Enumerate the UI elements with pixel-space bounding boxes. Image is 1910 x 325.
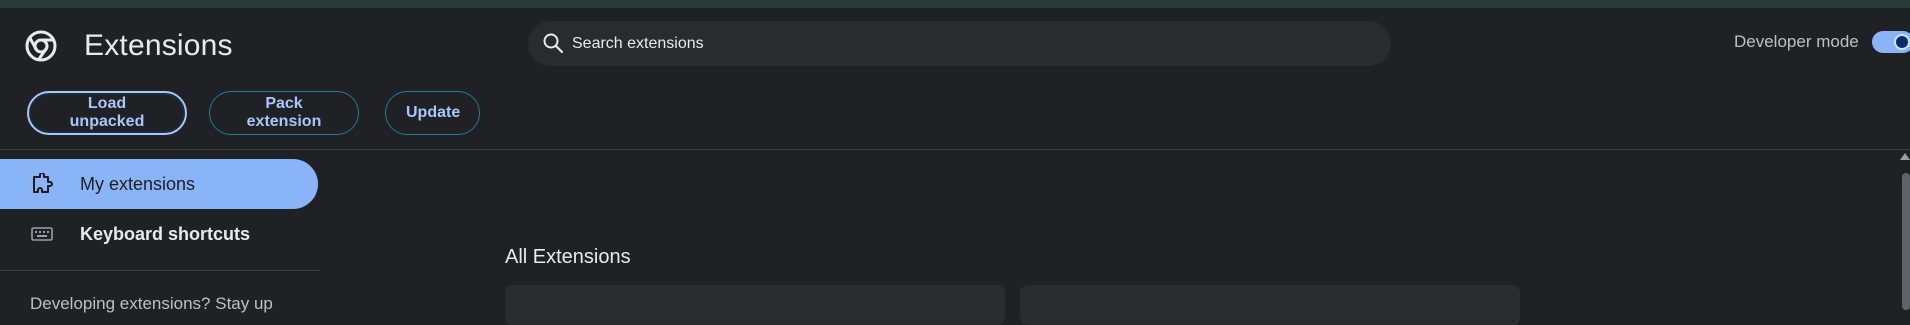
pack-extension-button[interactable]: Pack extension <box>209 91 359 135</box>
page-title: Extensions <box>84 29 233 62</box>
sidebar: My extensions Keyboard shortcuts Develop… <box>0 151 320 313</box>
section-title: All Extensions <box>505 246 631 268</box>
load-unpacked-button[interactable]: Load unpacked <box>27 91 187 135</box>
developer-mode-toggle[interactable] <box>1872 31 1910 53</box>
sidebar-item-keyboard-shortcuts[interactable]: Keyboard shortcuts <box>0 209 318 259</box>
update-button[interactable]: Update <box>385 91 480 135</box>
sidebar-item-label: Keyboard shortcuts <box>80 224 251 244</box>
search-input[interactable] <box>570 21 1360 66</box>
extension-card <box>1020 285 1520 325</box>
extension-card <box>505 285 1005 325</box>
developer-mode-label: Developer mode <box>1734 32 1859 51</box>
extension-puzzle-icon <box>33 173 53 193</box>
chrome-logo-icon <box>25 30 57 62</box>
search-bar[interactable] <box>528 21 1391 66</box>
keyboard-icon <box>31 227 53 241</box>
sidebar-divider <box>0 270 320 271</box>
search-icon <box>543 33 564 54</box>
sidebar-promo-text: Developing extensions? Stay up <box>30 294 273 313</box>
extensions-header: Extensions Developer mode Load unpacked … <box>0 8 1910 150</box>
sidebar-item-my-extensions[interactable]: My extensions <box>0 159 318 209</box>
toggle-knob <box>1894 34 1910 50</box>
window-top-strip <box>0 0 1910 8</box>
sidebar-item-label: My extensions <box>80 174 196 194</box>
scroll-up-arrow[interactable] <box>1900 153 1910 160</box>
scrollbar-thumb[interactable] <box>1902 173 1910 310</box>
